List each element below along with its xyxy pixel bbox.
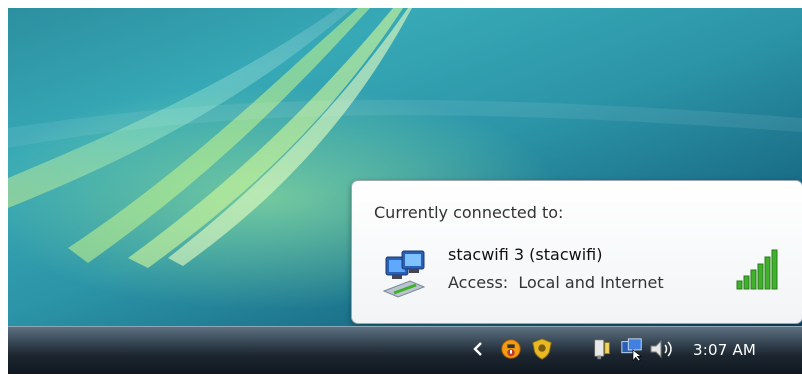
network-access-status: Access: Local and Internet (448, 273, 664, 292)
show-hidden-icons-chevron-icon[interactable] (470, 337, 486, 361)
network-name: stacwifi 3 (stacwifi) (448, 245, 603, 264)
popup-title: Currently connected to: (374, 203, 564, 222)
taskbar-clock[interactable]: 3:07 AM (693, 341, 756, 359)
power-plug-icon[interactable] (591, 337, 613, 361)
volume-icon[interactable] (648, 337, 678, 361)
signal-strength-full-icon (736, 249, 778, 290)
wireless-network-icon (382, 250, 426, 298)
screen: Currently connected to: stacwifi 3 (stac… (8, 8, 802, 374)
network-connection-icon[interactable] (619, 337, 645, 361)
network-status-popup: Currently connected to: stacwifi 3 (stac… (351, 180, 802, 324)
windows-defender-shield-icon[interactable] (530, 337, 554, 361)
security-alert-icon[interactable] (498, 337, 524, 361)
taskbar: 3:07 AM (8, 326, 802, 374)
